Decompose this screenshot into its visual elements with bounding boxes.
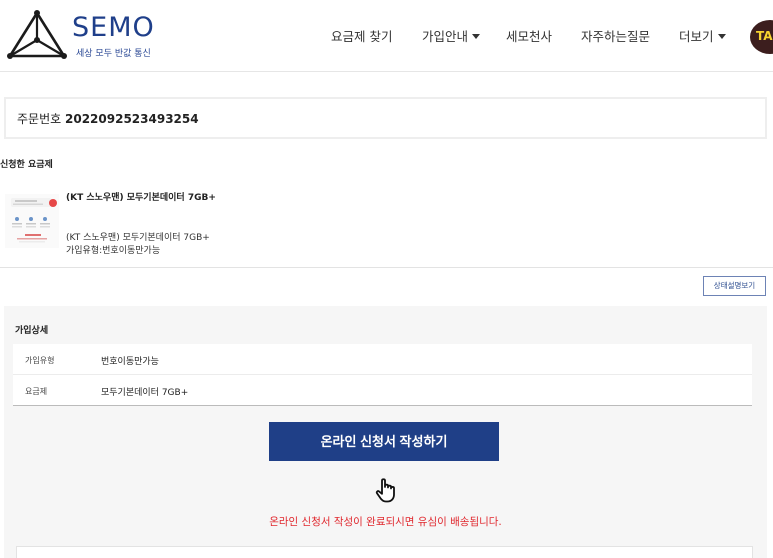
join-detail-panel: 가입상세 가입유형 번호이동만가능 요금제 모두기본데이터 7GB+ 온라인 신… [4,306,767,558]
detail-key: 요금제 [25,387,48,396]
plan-title[interactable]: (KT 스노우맨) 모두기본데이터 7GB+ [66,190,216,203]
applied-plan-title: 신청한 요금제 [0,160,53,170]
chevron-down-icon [717,34,726,39]
detail-value: 모두기본데이터 7GB+ [101,388,189,398]
site-header: SEMO 세상 모두 반값 통신 요금제 찾기 가입안내 세모천사 자주하는질문… [0,0,773,72]
online-application-button[interactable]: 온라인 신청서 작성하기 [269,422,499,461]
plan-card-image-icon [5,194,59,248]
plan-item: (KT 스노우맨) 모두기본데이터 7GB+ (KT 스노우맨) 모두기본데이터… [0,180,773,268]
order-number-box: 주문번호 2022092523493254 [4,97,767,139]
plan-name: (KT 스노우맨) 모두기본데이터 7GB+ [66,233,210,243]
bottom-box [16,546,753,558]
detail-value: 번호이동만가능 [101,357,159,367]
pointing-hand-icon [375,478,395,503]
join-detail-table: 가입유형 번호이동만가능 요금제 모두기본데이터 7GB+ [13,344,752,406]
nav-item-label: 가입안내 [422,29,469,44]
nav-item-label: 자주하는질문 [581,29,651,44]
nav-item-more[interactable]: 더보기 [679,26,726,45]
nav-item-semo-angel[interactable]: 세모천사 [506,26,552,45]
detail-key: 가입유형 [25,356,55,365]
nav-item-plan-search[interactable]: 요금제 찾기 [331,26,392,45]
nav-item-join-guide[interactable]: 가입안내 [422,26,481,45]
nav-item-label: 더보기 [679,29,714,44]
shipping-notice: 온라인 신청서 작성이 완료되시면 유심이 배송됩니다. [269,516,502,528]
detail-row: 가입유형 번호이동만가능 [13,344,752,375]
order-number-value: 2022092523493254 [65,112,199,126]
chevron-down-icon [472,34,481,39]
nav-item-label: 세모천사 [506,29,553,44]
join-detail-title: 가입상세 [15,326,49,336]
talk-badge-label: TAL [756,29,773,43]
plan-thumbnail[interactable] [5,194,59,248]
order-number-label: 주문번호 [17,112,62,126]
logo-tagline: 세상 모두 반값 통신 [76,49,151,59]
status-info-button[interactable]: 상태설명보기 [703,276,766,296]
nav-item-faq[interactable]: 자주하는질문 [581,26,650,45]
detail-row: 요금제 모두기본데이터 7GB+ [13,375,752,406]
nav-item-label: 요금제 찾기 [331,29,393,44]
order-number: 주문번호 2022092523493254 [17,110,199,127]
plan-join-type: 가입유형:번호이동만가능 [66,246,161,256]
main-nav: 요금제 찾기 가입안내 세모천사 자주하는질문 더보기 [0,26,773,46]
